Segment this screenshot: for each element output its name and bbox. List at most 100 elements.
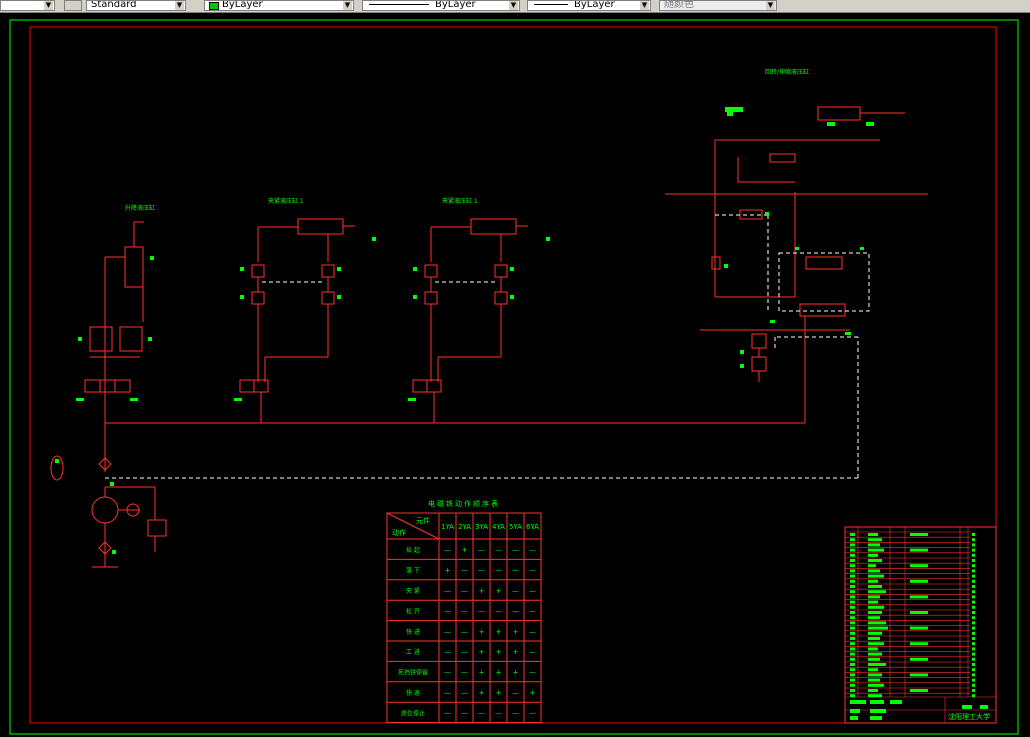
table-row-label: 松 开 (406, 607, 420, 615)
table-cell: — (461, 689, 468, 697)
title-block-number (850, 538, 855, 542)
title-block-code (910, 533, 928, 536)
title-block-code (910, 548, 928, 552)
table-column-header: 6YA (526, 523, 539, 531)
table-cell: — (461, 587, 468, 595)
table-cell: — (461, 648, 468, 656)
title-block-number (850, 621, 855, 625)
title-block-qty (972, 616, 975, 620)
title-block-field (980, 705, 988, 709)
table-cell: — (512, 587, 519, 595)
title-block-number (850, 668, 855, 672)
title-block-entry (868, 673, 882, 677)
title-block-entry (868, 605, 884, 609)
title-block-entry (868, 683, 884, 687)
title-block-qty (972, 647, 975, 651)
title-block-qty (972, 543, 975, 547)
table-column-header: 2YA (458, 523, 471, 531)
table-cell: — (444, 648, 451, 656)
circuit-labels: 升降液压缸 夹紧液压缸 1 夹紧液压缸 1 回转/伸缩液压缸 (125, 68, 809, 212)
title-block-number (850, 590, 855, 594)
table-cell: + (496, 648, 502, 656)
title-block-qty (972, 642, 975, 646)
title-block-code (910, 611, 928, 614)
title-block-number (850, 600, 855, 604)
title-block-qty (972, 657, 975, 661)
table-cell: — (529, 567, 536, 575)
table-cell: + (479, 689, 485, 697)
title-block-qty (972, 590, 975, 594)
table-cell: — (529, 628, 536, 636)
table-cell: — (444, 587, 451, 595)
label-lift-cylinder: 升降液压缸 (125, 204, 155, 212)
table-cell: — (512, 546, 519, 554)
pilot-lines (105, 214, 870, 479)
title-block-qty (972, 637, 975, 640)
title-block-entry (868, 663, 886, 666)
title-block-entry (868, 657, 880, 661)
title-block-qty (972, 683, 975, 687)
label-turn-cylinder: 回转/伸缩液压缸 (765, 68, 809, 76)
title-block-qty (972, 689, 975, 692)
title-block-entry (868, 611, 882, 614)
chevron-down-icon[interactable]: ▼ (509, 1, 518, 10)
title-block-number (850, 694, 855, 698)
title-block-number (850, 663, 855, 666)
title-block-field (870, 709, 886, 713)
table-cell: — (512, 607, 519, 615)
title-block-qty (972, 538, 975, 542)
title-block-number (850, 595, 855, 599)
title-block-number (850, 533, 855, 536)
title-block-field (850, 716, 858, 720)
table-row-label: 快 退 (406, 689, 420, 697)
title-block-code (910, 689, 928, 692)
title-block-number (850, 689, 855, 692)
title-block-entry (868, 652, 882, 656)
table-cell: + (462, 546, 468, 554)
linetype-select[interactable]: ByLayer ▼ (362, 0, 520, 11)
title-block-number (850, 548, 855, 552)
title-block-entry (868, 616, 880, 620)
table-cell: — (495, 607, 502, 615)
toolbar-combo-left[interactable]: ▼ (0, 0, 55, 11)
title-block-entry (868, 694, 882, 698)
lineweight-select[interactable]: ByLayer ▼ (527, 0, 651, 11)
feed-cylinder (817, 106, 861, 121)
table-cell: — (444, 689, 451, 697)
title-block-qty (972, 533, 975, 536)
title-block-entry (868, 631, 882, 635)
color-select[interactable]: ByLayer ▼ (204, 0, 354, 11)
table-row-label: 抬 起 (406, 546, 420, 554)
chevron-down-icon[interactable]: ▼ (766, 1, 775, 10)
table-cell: — (529, 587, 536, 595)
color-swatch-icon (209, 2, 219, 10)
plotstyle-select[interactable]: 随颜色 ▼ (659, 0, 777, 11)
table-cell: + (479, 587, 485, 595)
chevron-down-icon[interactable]: ▼ (640, 1, 649, 10)
title-block-number (850, 683, 855, 687)
lineweight-preview (534, 4, 568, 5)
title-block-code (910, 626, 928, 630)
title-block-number (850, 657, 855, 661)
chevron-down-icon[interactable]: ▼ (44, 1, 53, 10)
title-block-entry (868, 585, 882, 588)
hydraulic-circuit (50, 106, 928, 568)
chevron-down-icon[interactable]: ▼ (175, 1, 184, 10)
text-style-icon[interactable] (64, 0, 82, 11)
text-style-select[interactable]: Standard ▼ (86, 0, 186, 11)
title-block-field (962, 705, 972, 709)
title-block-number (850, 637, 855, 640)
table-cell: — (461, 669, 468, 677)
table-title-text: 电磁铁动作顺序表 (428, 499, 500, 508)
drawing-canvas[interactable]: 升降液压缸 夹紧液压缸 1 夹紧液压缸 1 回转/伸缩液压缸 电磁铁动作顺序表 … (0, 12, 1030, 737)
title-block-entry (868, 553, 878, 557)
table-cell: — (495, 567, 502, 575)
table-cell: + (513, 648, 519, 656)
title-block-entry (868, 689, 878, 692)
chevron-down-icon[interactable]: ▼ (343, 1, 352, 10)
title-block-qty (972, 548, 975, 552)
title-block-qty (972, 652, 975, 656)
title-block-entry (868, 590, 886, 594)
table-cell: + (479, 669, 485, 677)
title-block-number (850, 574, 855, 578)
